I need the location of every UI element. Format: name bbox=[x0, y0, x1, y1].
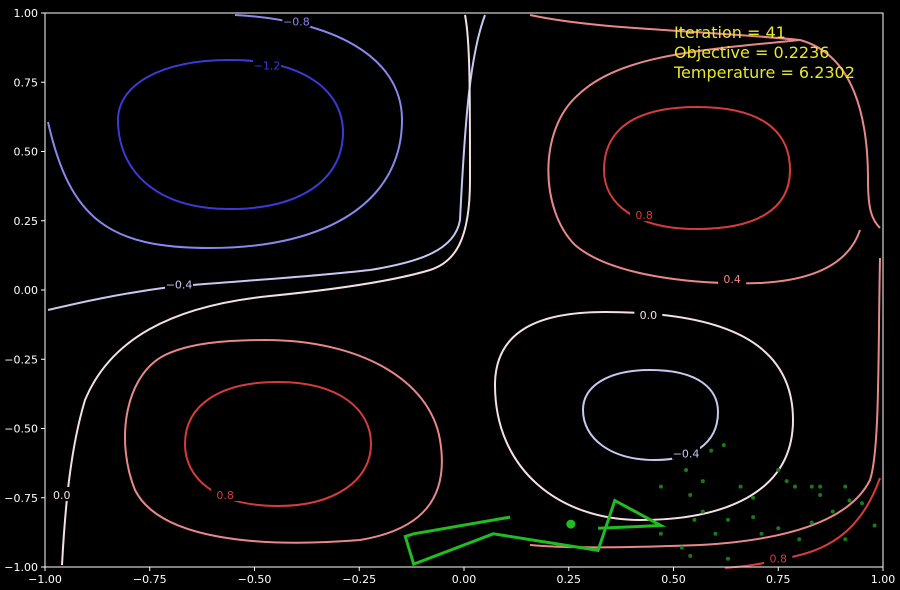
sample-point bbox=[776, 468, 781, 473]
sample-point bbox=[872, 523, 877, 528]
y-tick-label: 0.00 bbox=[14, 284, 39, 297]
sample-point bbox=[692, 517, 697, 522]
x-tick-label: 1.00 bbox=[871, 573, 896, 586]
y-tick-label: 0.25 bbox=[14, 215, 39, 228]
sample-point bbox=[793, 484, 798, 489]
sample-point bbox=[713, 531, 718, 536]
sample-point bbox=[818, 484, 823, 489]
sample-point bbox=[843, 484, 848, 489]
y-tick-label: −0.25 bbox=[4, 353, 38, 366]
contour-label: 0.8 bbox=[635, 209, 653, 222]
sample-point bbox=[847, 498, 852, 503]
contour-label: 0.0 bbox=[53, 489, 71, 502]
x-tick-label: 0.50 bbox=[661, 573, 686, 586]
y-tick-label: 1.00 bbox=[14, 7, 39, 20]
x-tick-label: 0.25 bbox=[557, 573, 582, 586]
sample-point bbox=[818, 492, 823, 497]
contour-label: −0.4 bbox=[166, 278, 193, 291]
sample-point bbox=[658, 531, 663, 536]
temperature-text: Temperature = 6.2302 bbox=[673, 63, 855, 82]
sample-point bbox=[700, 509, 705, 514]
sample-point bbox=[843, 537, 848, 542]
contour-label: 0.8 bbox=[770, 553, 788, 566]
sample-point bbox=[709, 448, 714, 453]
sample-point bbox=[751, 495, 756, 500]
sample-point bbox=[725, 556, 730, 561]
x-tick-label: 0.75 bbox=[766, 573, 791, 586]
contour-label: 0.0 bbox=[640, 309, 658, 322]
y-tick-label: 0.75 bbox=[14, 76, 39, 89]
current-point bbox=[566, 519, 576, 529]
sample-point bbox=[797, 537, 802, 542]
sample-point bbox=[759, 531, 764, 536]
contour-label: −0.8 bbox=[283, 15, 310, 28]
iteration-text: Iteration = 41 bbox=[674, 23, 786, 42]
contour-label: 0.8 bbox=[216, 489, 234, 502]
sample-point bbox=[679, 545, 684, 550]
objective-text: Objective = 0.2236 bbox=[674, 43, 829, 62]
x-tick-label: −1.00 bbox=[28, 573, 62, 586]
x-tick-label: −0.75 bbox=[133, 573, 167, 586]
sample-point bbox=[751, 515, 756, 520]
sample-point bbox=[738, 484, 743, 489]
sample-point bbox=[784, 479, 789, 484]
contour-label: −0.4 bbox=[673, 447, 700, 460]
x-tick-label: −0.50 bbox=[238, 573, 272, 586]
sample-point bbox=[809, 484, 814, 489]
contour-chart: −0.8 −1.2 −0.4 0.8 0.4 0.0 −0.4 0.8 0.0 0.8 −1.00… bbox=[0, 0, 900, 590]
sample-point bbox=[809, 520, 814, 525]
contour-label: 0.4 bbox=[723, 273, 741, 286]
sample-point bbox=[688, 492, 693, 497]
y-tick-label: −0.75 bbox=[4, 492, 38, 505]
sample-point bbox=[860, 501, 865, 506]
sample-point bbox=[700, 479, 705, 484]
sample-point bbox=[688, 553, 693, 558]
sample-point bbox=[721, 443, 726, 448]
sample-point bbox=[830, 509, 835, 514]
plot-background bbox=[0, 0, 900, 590]
contour-label: −1.2 bbox=[254, 60, 281, 73]
sample-point bbox=[776, 526, 781, 531]
y-tick-label: −1.00 bbox=[4, 561, 38, 574]
x-tick-label: −0.25 bbox=[342, 573, 376, 586]
x-tick-label: 0.00 bbox=[452, 573, 477, 586]
sample-point bbox=[684, 468, 689, 473]
y-tick-label: −0.50 bbox=[4, 423, 38, 436]
y-tick-label: 0.50 bbox=[14, 146, 39, 159]
sample-point bbox=[658, 484, 663, 489]
sample-point bbox=[725, 517, 730, 522]
